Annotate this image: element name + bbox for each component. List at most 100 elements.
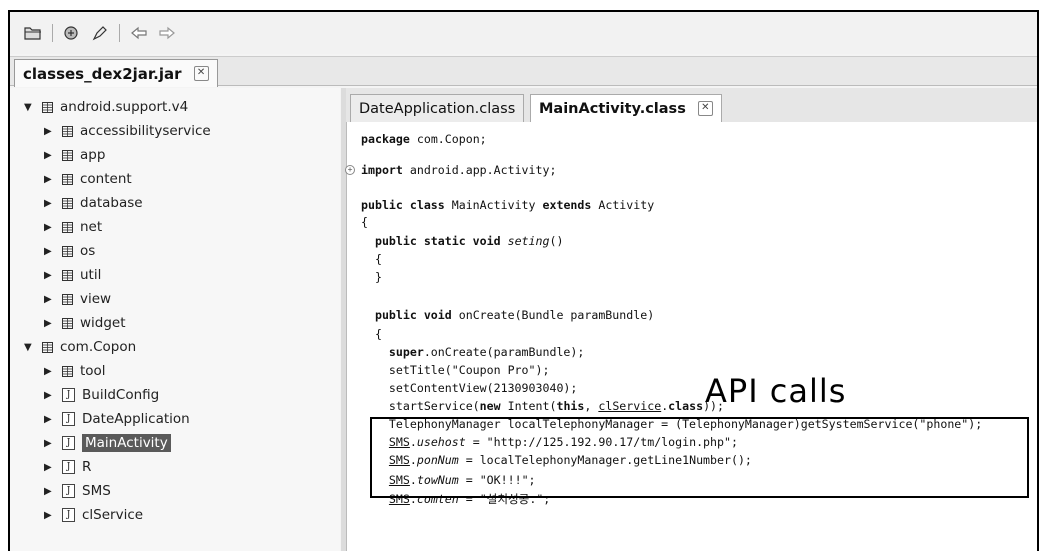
tab-dateapplication[interactable]: DateApplication.class [350,94,525,122]
collapsed-arrow-icon[interactable]: ▶ [44,390,56,401]
tree-item-label: accessibilityservice [80,123,211,139]
tree-item-mainactivity[interactable]: ▶ J MainActivity [44,432,171,454]
code-line: public void onCreate(Bundle paramBundle) [361,308,655,322]
package-icon [62,173,73,185]
tree-item-net[interactable]: ▶ net [44,216,102,238]
tree-item-tool[interactable]: ▶ tool [44,360,106,382]
fold-expand-icon[interactable]: + [345,165,355,175]
tab-label: DateApplication.class [359,100,516,117]
code-line: public static void seting() [361,234,564,248]
tree-item-buildconfig[interactable]: ▶ J BuildConfig [44,384,159,406]
package-icon [62,221,73,233]
collapsed-arrow-icon[interactable]: ▶ [44,462,56,473]
collapsed-arrow-icon[interactable]: ▶ [44,486,56,497]
toolbar-separator [119,24,120,42]
tree-item-util[interactable]: ▶ util [44,264,101,286]
collapsed-arrow-icon[interactable]: ▶ [44,294,56,305]
tree-item-label: database [80,195,143,211]
tab-label: MainActivity.class [539,100,686,117]
collapsed-arrow-icon[interactable]: ▶ [44,438,56,449]
tree-item-label: os [80,243,96,259]
file-tab-label: classes_dex2jar.jar [23,64,182,83]
collapsed-arrow-icon[interactable]: ▶ [44,318,56,329]
tree-item-widget[interactable]: ▶ widget [44,312,126,334]
tree-item-label: MainActivity [82,434,171,452]
tree-item-android-support-v4[interactable]: ▼ android.support.v4 [24,96,188,118]
api-calls-highlight-box [370,417,1029,498]
class-file-icon: J [62,508,75,522]
package-icon [62,293,73,305]
tree-item-label: content [80,171,132,187]
tree-item-label: android.support.v4 [60,99,189,115]
tree-item-label: util [80,267,102,283]
back-arrow-icon[interactable] [128,22,150,44]
tree-item-view[interactable]: ▶ view [44,288,111,310]
tree-item-label: net [80,219,103,235]
tree-item-label: com.Copon [60,339,137,355]
tree-item-r[interactable]: ▶ J R [44,456,91,478]
api-calls-annotation: API calls [705,372,847,410]
class-file-icon: J [62,460,75,474]
forward-arrow-icon[interactable] [156,22,178,44]
class-file-icon: J [62,484,75,498]
toolbar-separator [52,24,53,42]
collapsed-arrow-icon[interactable]: ▶ [44,150,56,161]
editor-tab-bar: DateApplication.class MainActivity.class… [346,88,1037,122]
code-line: { [361,327,382,341]
expanded-arrow-icon[interactable]: ▼ [24,342,36,353]
package-icon [62,245,73,257]
class-file-icon: J [62,436,75,450]
code-line: import android.app.Activity; [361,163,557,177]
tree-item-label: app [80,147,106,163]
code-line: super.onCreate(paramBundle); [361,345,585,359]
code-line: setContentView(2130903040); [361,381,578,395]
collapsed-arrow-icon[interactable]: ▶ [44,366,56,377]
go-to-icon[interactable] [89,22,111,44]
collapsed-arrow-icon[interactable]: ▶ [44,174,56,185]
package-icon [62,365,73,377]
tab-mainactivity[interactable]: MainActivity.class ✕ [530,94,722,122]
collapsed-arrow-icon[interactable]: ▶ [44,510,56,521]
tree-item-label: clService [82,507,144,523]
tree-item-app[interactable]: ▶ app [44,144,105,166]
collapsed-arrow-icon[interactable]: ▶ [44,198,56,209]
collapsed-arrow-icon[interactable]: ▶ [44,270,56,281]
tree-item-com-copon[interactable]: ▼ com.Copon [24,336,136,358]
tree-item-accessibilityservice[interactable]: ▶ accessibilityservice [44,120,211,142]
code-line: { [361,215,368,229]
tree-item-database[interactable]: ▶ database [44,192,143,214]
open-type-icon[interactable] [61,22,83,44]
toolbar [10,12,1037,54]
tree-item-os[interactable]: ▶ os [44,240,95,262]
tree-item-clservice[interactable]: ▶ JclService [44,504,143,526]
code-line: public class MainActivity extends Activi… [361,198,655,212]
class-file-icon: J [62,412,75,426]
package-icon [62,149,73,161]
package-icon [62,125,73,137]
collapsed-arrow-icon[interactable]: ▶ [44,414,56,425]
file-tab[interactable]: classes_dex2jar.jar ✕ [14,59,218,87]
code-line: startService(new Intent(this, clService.… [361,399,725,413]
tree-item-sms[interactable]: ▶ J SMS [44,480,111,502]
tree-item-label: SMS [82,483,111,499]
tree-item-label: DateApplication [82,411,190,427]
tree-item-label: R [82,459,92,475]
tree-item-content[interactable]: ▶ content [44,168,132,190]
close-icon[interactable]: ✕ [697,101,713,116]
package-icon [62,317,73,329]
tree-item-label: view [80,291,112,307]
tree-item-dateapplication[interactable]: ▶ J DateApplication [44,408,190,430]
open-folder-icon[interactable] [22,22,44,44]
package-icon [42,101,53,113]
code-line: package com.Copon; [361,132,487,146]
collapsed-arrow-icon[interactable]: ▶ [44,126,56,137]
collapsed-arrow-icon[interactable]: ▶ [44,246,56,257]
code-line: { [361,252,382,266]
file-tab-bar: classes_dex2jar.jar ✕ [10,56,1037,87]
collapsed-arrow-icon[interactable]: ▶ [44,222,56,233]
package-icon [62,269,73,281]
expanded-arrow-icon[interactable]: ▼ [24,102,36,113]
close-icon[interactable]: ✕ [193,66,209,81]
class-file-icon: J [62,388,75,402]
tree-item-label: tool [80,363,106,379]
